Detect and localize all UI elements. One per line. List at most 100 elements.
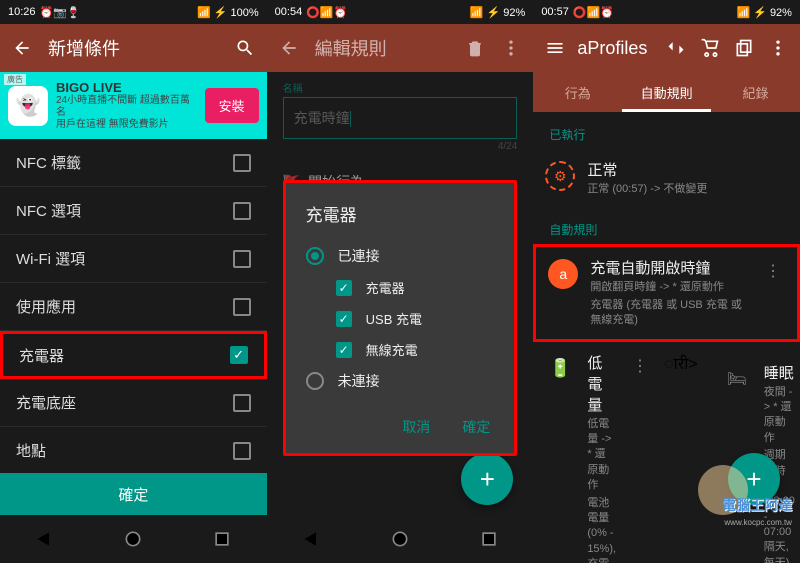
ad-icon: 👻 xyxy=(8,86,48,126)
executed-label: 已執行 xyxy=(533,112,800,149)
radio-unselected-icon xyxy=(306,372,324,390)
watermark-text: 電腦王阿達 xyxy=(722,495,792,515)
rule-title: 低電量 xyxy=(587,352,616,415)
screen-edit-rule: 00:54⭕📶⏰ 📶 ⚡ 92% 編輯規則 名稱 充電時鐘 4/24 🚩 開始行… xyxy=(267,0,534,563)
delete-icon[interactable] xyxy=(465,38,485,58)
transfer-icon[interactable] xyxy=(666,38,686,58)
checkbox[interactable] xyxy=(233,250,251,268)
search-icon[interactable] xyxy=(235,38,255,58)
check-charger[interactable]: ✓充電器 xyxy=(306,272,495,303)
status-time: 10:26 xyxy=(8,6,36,18)
copy-icon[interactable] xyxy=(734,38,754,58)
name-input[interactable]: 充電時鐘 xyxy=(283,97,518,139)
dialog-actions: 取消 確定 xyxy=(306,411,495,443)
check-icon: ✓ xyxy=(336,342,352,358)
more-icon[interactable]: ⋮ xyxy=(761,257,785,285)
check-usb[interactable]: ✓USB 充電 xyxy=(306,303,495,334)
rule-title: 正常 xyxy=(587,159,788,180)
charger-dialog: 充電器 已連接 ✓充電器 ✓USB 充電 ✓無線充電 未連接 取消 確定 xyxy=(283,180,518,456)
list-item-location[interactable]: 地點 xyxy=(0,427,267,473)
nav-recent-icon[interactable] xyxy=(212,529,232,549)
checkbox-checked[interactable]: ✓ xyxy=(230,346,248,364)
status-icons: ⭕📶⏰ xyxy=(573,6,614,19)
check-wireless[interactable]: ✓無線充電 xyxy=(306,334,495,365)
status-icons: ⏰📷🍷 xyxy=(40,6,81,19)
screen-aprofiles: 00:57 ⭕📶⏰ 📶 ⚡ 92% aProfiles 行為 自動規則 紀錄 已執… xyxy=(533,0,800,563)
ad-title: BIGO LIVE xyxy=(56,80,197,95)
bed-icon: 🛏 xyxy=(722,364,752,394)
list-item-nfc-tag[interactable]: NFC 標籤 xyxy=(0,139,267,187)
menu-icon[interactable] xyxy=(545,38,565,58)
status-time: 00:54 xyxy=(275,6,303,18)
rule-low-battery[interactable]: 🔋 低電量 低電量 -> * 還原動作 電池電量 (0% - 15%), 充電器… xyxy=(533,342,800,563)
tab-auto-rules[interactable]: 自動規則 xyxy=(622,72,711,112)
rule-sub: 電池電量 (0% - 15%), 充電器 (未連接) xyxy=(587,496,616,563)
rule-sub: 夜間 -> * 還原動作 xyxy=(764,385,795,447)
checkbox[interactable] xyxy=(233,298,251,316)
checkbox[interactable] xyxy=(233,154,251,172)
status-bar: 00:57 ⭕📶⏰ 📶 ⚡ 92% xyxy=(533,0,800,24)
ok-button[interactable]: 確定 xyxy=(458,411,494,443)
radio-disconnected[interactable]: 未連接 xyxy=(306,365,495,397)
rules-content: 已執行 ⚙ 正常 正常 (00:57) -> 不做變更 自動規則 a 充電自動開… xyxy=(533,112,800,563)
nav-bar xyxy=(267,515,534,563)
checkbox[interactable] xyxy=(233,394,251,412)
app-bar: 新增條件 xyxy=(0,24,267,72)
name-input-section: 名稱 充電時鐘 4/24 xyxy=(267,72,534,160)
nav-back-icon[interactable] xyxy=(34,529,54,549)
list-item-nfc-option[interactable]: NFC 選項 xyxy=(0,187,267,235)
tabs: 行為 自動規則 紀錄 xyxy=(533,72,800,112)
fab-add-button[interactable]: + xyxy=(461,453,513,505)
app-bar: 編輯規則 xyxy=(267,24,534,72)
check-icon: ✓ xyxy=(336,311,352,327)
ad-sub2: 用戶在這裡 無限免費影片 xyxy=(56,119,197,131)
rule-sub: 開啟翻頁時鐘 -> * 還原動作 xyxy=(590,280,749,295)
app-bar-title: 編輯規則 xyxy=(315,35,450,61)
ad-install-button[interactable]: 安裝 xyxy=(205,88,259,123)
back-icon[interactable] xyxy=(279,38,299,58)
status-signal: 📶 ⚡ 92% xyxy=(736,6,792,19)
list-item-charger[interactable]: 充電器✓ xyxy=(0,331,267,379)
battery-icon: 🔋 xyxy=(545,354,575,384)
nav-home-icon[interactable] xyxy=(390,529,410,549)
executed-normal[interactable]: ⚙ 正常 正常 (00:57) -> 不做變更 xyxy=(533,149,800,207)
condition-list: NFC 標籤 NFC 選項 Wi-Fi 選項 使用應用 充電器✓ 充電底座 地點… xyxy=(0,139,267,473)
nav-home-icon[interactable] xyxy=(123,529,143,549)
ad-label: 廣告 xyxy=(4,74,26,85)
rule-charger-clock[interactable]: a 充電自動開啟時鐘 開啟翻頁時鐘 -> * 還原動作 充電器 (充電器 或 U… xyxy=(533,244,800,341)
cancel-button[interactable]: 取消 xyxy=(398,411,434,443)
cart-icon[interactable] xyxy=(700,38,720,58)
gear-icon: ⚙ xyxy=(545,161,575,191)
checkbox[interactable] xyxy=(233,202,251,220)
app-bar-actions xyxy=(666,38,788,58)
nav-back-icon[interactable] xyxy=(301,529,321,549)
screen-add-condition: 10:26 ⏰📷🍷 📶 ⚡ 100% 新增條件 廣告 👻 BIGO LIVE 24… xyxy=(0,0,267,563)
ad-banner[interactable]: 廣告 👻 BIGO LIVE 24小時直播不間斷 超過數百萬名 用戶在這裡 無限… xyxy=(0,72,267,139)
watermark-url: www.kocpc.com.tw xyxy=(724,518,792,527)
status-icons: ⭕📶⏰ xyxy=(306,6,347,19)
checkbox[interactable] xyxy=(233,442,251,460)
more-icon[interactable] xyxy=(501,38,521,58)
tab-behavior[interactable]: 行為 xyxy=(533,72,622,112)
status-signal: 📶 ⚡ 100% xyxy=(197,6,259,19)
tab-log[interactable]: 紀錄 xyxy=(711,72,800,112)
check-icon: ✓ xyxy=(336,280,352,296)
nav-recent-icon[interactable] xyxy=(479,529,499,549)
rule-title: 睡眠 xyxy=(764,362,795,383)
input-label: 名稱 xyxy=(283,80,518,95)
more-icon[interactable]: ⋮ xyxy=(628,352,652,380)
more-icon[interactable] xyxy=(768,38,788,58)
ad-sub1: 24小時直播不間斷 超過數百萬名 xyxy=(56,95,197,119)
back-icon[interactable] xyxy=(12,38,32,58)
radio-connected[interactable]: 已連接 xyxy=(306,240,495,272)
list-item-dock[interactable]: 充電底座 xyxy=(0,379,267,427)
nav-bar xyxy=(0,515,267,563)
rule-sub: 正常 (00:57) -> 不做變更 xyxy=(587,182,788,197)
list-item-wifi[interactable]: Wi-Fi 選項 xyxy=(0,235,267,283)
app-bar-title: 新增條件 xyxy=(48,35,219,61)
confirm-button[interactable]: 確定 xyxy=(0,473,267,515)
status-time: 00:57 xyxy=(541,6,569,18)
list-item-app-usage[interactable]: 使用應用 xyxy=(0,283,267,331)
app-bar: aProfiles xyxy=(533,24,800,72)
char-count: 4/24 xyxy=(283,141,518,152)
